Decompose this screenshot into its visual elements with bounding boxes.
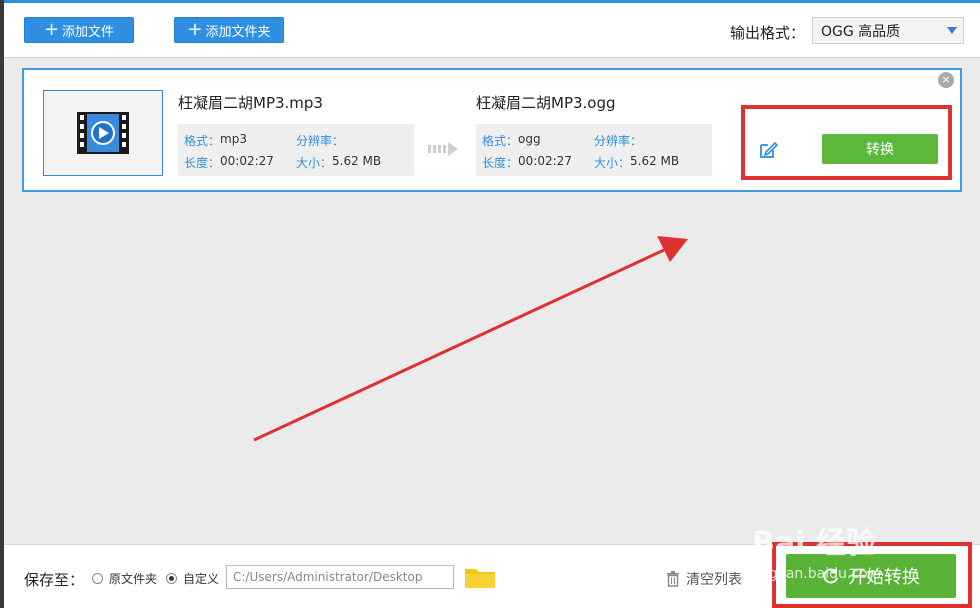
radio-button[interactable] xyxy=(92,573,103,584)
annotation-highlight-convert xyxy=(741,105,952,180)
target-file-info: 格式： ogg 分辨率： 长度： 00:02:27 大小： 5.62 MB xyxy=(476,124,712,176)
output-path-input[interactable] xyxy=(226,565,454,589)
radio-custom-label: 自定义 xyxy=(183,572,220,586)
resolution-key: 分辨率： xyxy=(594,134,643,148)
format-value: mp3 xyxy=(220,132,247,146)
source-file-name: 枉凝眉二胡MP3.mp3 xyxy=(178,94,323,112)
chevron-down-icon xyxy=(947,27,957,34)
output-format-label: 输出格式： xyxy=(730,24,806,42)
clear-list-label: 清空列表 xyxy=(686,572,742,588)
duration-key: 长度： xyxy=(482,156,519,170)
annotation-highlight-start xyxy=(772,542,972,608)
size-value: 5.62 MB xyxy=(630,154,680,168)
radio-original-folder[interactable]: 原文件夹 xyxy=(92,570,157,587)
format-key: 格式： xyxy=(482,134,519,148)
folder-icon[interactable] xyxy=(464,565,496,589)
window-left-edge xyxy=(0,0,4,608)
radio-original-label: 原文件夹 xyxy=(109,572,158,586)
add-folder-button[interactable]: + 添加文件夹 xyxy=(174,17,284,43)
add-file-button[interactable]: + 添加文件 xyxy=(24,17,134,43)
source-file-info: 格式： mp3 分辨率： 长度： 00:02:27 大小： 5.62 MB xyxy=(178,124,414,176)
format-value: ogg xyxy=(518,132,541,146)
output-format-select[interactable]: OGG 高品质 xyxy=(812,17,964,44)
save-to-label: 保存至： xyxy=(24,571,85,589)
radio-button-checked[interactable] xyxy=(166,573,177,584)
size-key: 大小： xyxy=(594,156,631,170)
format-key: 格式： xyxy=(184,134,221,148)
duration-value: 00:02:27 xyxy=(220,154,274,168)
convert-direction-arrow-icon xyxy=(428,142,462,156)
output-format-value: OGG 高品质 xyxy=(821,23,901,40)
resolution-key: 分辨率： xyxy=(296,134,345,148)
toolbar: + 添加文件 + 添加文件夹 输出格式： OGG 高品质 xyxy=(4,3,980,58)
size-key: 大小： xyxy=(296,156,333,170)
remove-file-button[interactable]: × xyxy=(938,72,954,88)
add-file-label: 添加文件 xyxy=(62,24,115,40)
add-folder-label: 添加文件夹 xyxy=(205,24,271,40)
radio-custom-folder[interactable]: 自定义 xyxy=(166,570,219,587)
size-value: 5.62 MB xyxy=(332,154,382,168)
film-play-icon xyxy=(77,112,129,154)
clear-list-button[interactable]: 清空列表 xyxy=(666,569,742,589)
plus-icon: + xyxy=(187,19,203,40)
plus-icon: + xyxy=(43,19,60,40)
file-thumbnail xyxy=(43,90,163,176)
trash-icon xyxy=(667,571,679,587)
duration-value: 00:02:27 xyxy=(518,154,572,168)
target-file-name: 枉凝眉二胡MP3.ogg xyxy=(476,94,616,112)
duration-key: 长度： xyxy=(184,156,221,170)
